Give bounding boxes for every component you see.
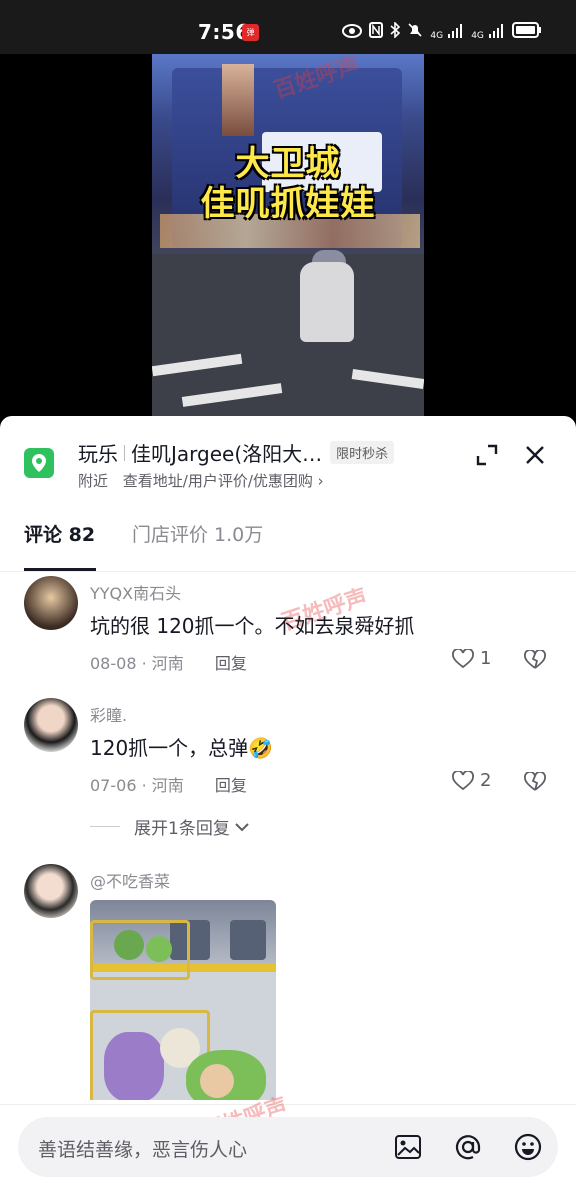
heart-icon [452,770,474,790]
reply-button[interactable]: 回复 [215,654,247,673]
comment-region: 河南 [151,776,184,795]
poi-title[interactable]: 玩乐 佳叽Jargee(洛阳大… 限时秒杀 [78,438,395,467]
plush-toy-image [114,930,144,960]
status-bar: 7:56 弹 4G 4G [0,0,576,54]
poi-category: 玩乐 [78,442,118,466]
comment-list[interactable]: 百姓呼声 YYQX南石头 坑的很 120抓一个。不如去泉舜好抓 08-08 · … [0,572,576,1100]
avatar[interactable] [24,698,78,752]
billboard-image [222,64,254,136]
plush-toy-image [146,936,172,962]
expand-replies-button[interactable]: 展开1条回复 [90,814,250,839]
tab-store-reviews[interactable]: 门店评价 1.0万 [132,520,263,547]
comment-date: 08-08 [90,654,137,673]
dislike-button[interactable] [524,649,546,672]
poi-links[interactable]: 查看地址/用户评价/优惠团购 › [123,472,324,490]
like-button[interactable]: 1 [452,648,491,669]
location-pin-icon [24,448,54,478]
eye-icon [342,23,363,42]
tab-comments[interactable]: 评论 82 [24,520,95,547]
plush-face-image [200,1064,234,1098]
cellular-signal-icon: 4G [430,23,464,42]
comment-input-placeholder: 善语结善缘，恶言伤人心 [38,1139,248,1161]
comment-input-bar: 百姓呼声 善语结善缘，恶言伤人心 [0,1094,576,1188]
notification-badge-icon: 弹 [242,24,259,41]
nfc-icon [369,22,384,42]
machine-window-image [230,920,266,960]
scooter-image [300,262,354,342]
comment-username[interactable]: @不吃香菜 [90,868,170,892]
mute-bell-icon [407,22,423,42]
chevron-down-icon [235,822,249,831]
avatar[interactable] [24,576,78,630]
bluetooth-icon [390,21,401,42]
expand-button[interactable] [474,442,500,468]
close-icon [526,446,544,464]
expand-icon [476,444,498,466]
broken-heart-icon [524,771,546,791]
street-image [152,254,424,416]
like-count: 1 [480,648,492,669]
like-count: 2 [480,770,492,791]
comment-meta: 08-08 · 河南 回复 [90,654,247,673]
reply-button[interactable]: 回复 [215,776,247,795]
video-frame[interactable]: 大卫城 佳叽抓娃娃 百姓呼声 [152,54,424,416]
flash-sale-tag: 限时秒杀 [330,441,395,464]
mention-button[interactable] [452,1131,484,1163]
comment-region: 河南 [151,654,184,673]
poi-divider [124,444,125,461]
image-picker-button[interactable] [392,1131,424,1163]
comment-date: 07-06 [90,776,137,795]
comment-username[interactable]: 彩瞳. [90,702,127,726]
emoji-button[interactable] [512,1131,544,1163]
poi-nearby: 附近 [78,472,109,490]
image-icon [395,1135,421,1159]
video-player[interactable]: 大卫城 佳叽抓娃娃 百姓呼声 [0,54,576,424]
like-button[interactable]: 2 [452,770,491,791]
cellular-signal-2-icon: 4G [471,23,505,42]
status-icons: 4G 4G [342,21,542,42]
avatar[interactable] [24,864,78,918]
comment-username[interactable]: YYQX南石头 [90,580,181,604]
broken-heart-icon [524,649,546,669]
comment-tabs: 评论 82 门店评价 1.0万 [0,508,576,572]
comment-meta: 07-06 · 河南 回复 [90,776,247,795]
expand-replies-label: 展开1条回复 [134,819,230,839]
plush-toy-image [104,1032,164,1100]
divider-line [90,826,120,827]
comment-text: 120抓一个，总弹🤣 [90,736,274,760]
comment-input[interactable]: 善语结善缘，恶言伤人心 [18,1117,558,1177]
comment-photo[interactable] [90,900,276,1100]
battery-icon [512,22,542,42]
poi-header[interactable]: 玩乐 佳叽Jargee(洛阳大… 限时秒杀 附近 查看地址/用户评价/优惠团购 … [0,416,576,498]
heart-icon [452,648,474,668]
smiley-icon [514,1133,542,1161]
video-caption: 大卫城 佳叽抓娃娃 [200,144,376,224]
poi-subtitle[interactable]: 附近 查看地址/用户评价/优惠团购 › [78,470,324,491]
close-button[interactable] [522,442,548,468]
comment-text: 坑的很 120抓一个。不如去泉舜好抓 [90,614,415,638]
dislike-button[interactable] [524,771,546,794]
at-sign-icon [455,1135,481,1160]
comments-sheet: 玩乐 佳叽Jargee(洛阳大… 限时秒杀 附近 查看地址/用户评价/优惠团购 … [0,416,576,1188]
poi-name: 佳叽Jargee(洛阳大… [131,442,323,466]
